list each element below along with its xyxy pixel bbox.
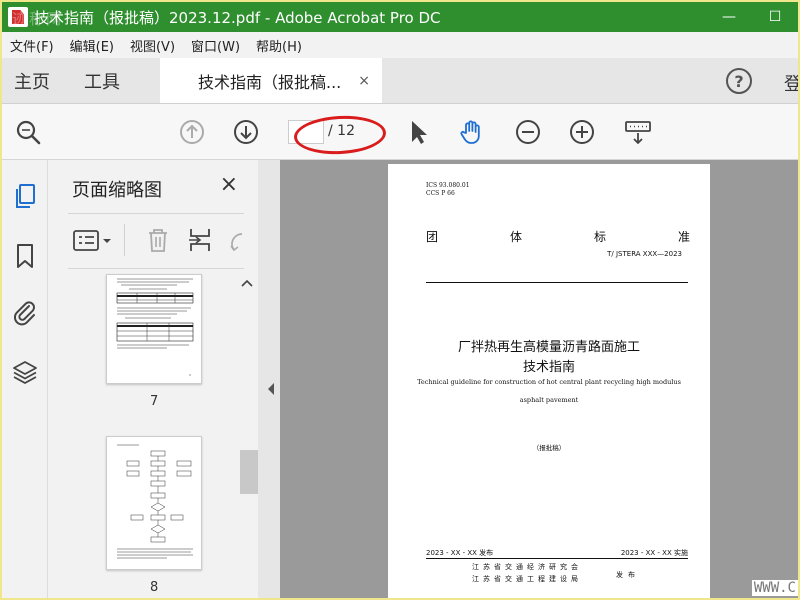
title-bar: 技术指南（报批稿）2023.12.pdf - Adobe Acrobat Pro… bbox=[2, 2, 798, 32]
publisher-org-2: 江苏省交通工程建设局 bbox=[472, 575, 582, 583]
pdf-page: ICS 93.080.01 CCS P 66 团 体 标 准 T/ JSTERA… bbox=[388, 164, 710, 598]
menu-view[interactable]: 视图(V) bbox=[122, 36, 183, 55]
divider bbox=[68, 268, 244, 269]
zoom-in-icon[interactable] bbox=[568, 118, 596, 146]
zoom-out-icon[interactable] bbox=[514, 118, 542, 146]
thumbnail-page-number: 7 bbox=[150, 394, 159, 409]
maximize-button[interactable]: ☐ bbox=[752, 2, 798, 32]
doc-title-line-1: 厂拌热再生高模量沥青路面施工 bbox=[457, 340, 640, 355]
issue-date: 2023 - XX - XX 发布 bbox=[426, 549, 494, 557]
publisher-org-1: 江苏省交通经济研究会 bbox=[472, 563, 582, 571]
standard-type-char: 团 bbox=[426, 230, 439, 244]
ics-code: ICS 93.080.01 bbox=[426, 182, 470, 189]
login-button[interactable]: 登 bbox=[784, 70, 798, 96]
tab-close-button[interactable]: × bbox=[358, 73, 370, 89]
rule-line bbox=[426, 558, 688, 559]
select-pointer-icon[interactable] bbox=[404, 118, 432, 146]
thumbnail-panel-title: 页面缩略图 bbox=[72, 180, 162, 201]
keyboard-icon[interactable] bbox=[624, 118, 652, 146]
delete-page-icon[interactable] bbox=[144, 226, 172, 254]
standard-type-char: 体 bbox=[509, 230, 522, 244]
next-page-icon[interactable] bbox=[232, 118, 260, 146]
rule-line bbox=[426, 282, 688, 283]
thumbnail-panel: 页面缩略图 × 7 8 bbox=[54, 160, 258, 598]
menu-help[interactable]: 帮助(H) bbox=[248, 36, 310, 55]
prev-page-icon[interactable] bbox=[178, 118, 206, 146]
thumbnail-page-8-preview bbox=[117, 444, 193, 559]
collapse-panel-icon[interactable] bbox=[266, 382, 276, 396]
window-title: 技术指南（报批稿）2023.12.pdf - Adobe Acrobat Pro… bbox=[34, 8, 441, 27]
standard-type-char: 准 bbox=[677, 230, 690, 244]
standard-type: 团 体 标 准 bbox=[426, 228, 690, 245]
draft-status: （报批稿） bbox=[532, 444, 566, 452]
window-controls: — ☐ bbox=[706, 2, 798, 32]
thumbnail-options-icon[interactable] bbox=[72, 228, 114, 254]
menu-file[interactable]: 文件(F) bbox=[2, 36, 62, 55]
doc-english-title-line-1: Technical guideline for construction of … bbox=[417, 378, 681, 386]
app-window: 技术指南（报批稿）2023.12.pdf - Adobe Acrobat Pro… bbox=[2, 2, 798, 598]
ccs-code: CCS P 66 bbox=[426, 190, 455, 197]
hand-icon[interactable] bbox=[458, 118, 486, 146]
tab-tools[interactable]: 工具 bbox=[62, 58, 132, 103]
tab-document[interactable]: 技术指南（报批稿... × bbox=[160, 58, 382, 103]
tab-document-label: 技术指南（报批稿... bbox=[198, 72, 342, 92]
scrollbar-thumb[interactable] bbox=[240, 450, 258, 494]
menu-bar: 文件(F) 编辑(E) 视图(V) 窗口(W) 帮助(H) bbox=[2, 32, 798, 58]
tab-home[interactable]: 主页 bbox=[2, 58, 62, 103]
thumbnail-page-7[interactable] bbox=[106, 274, 202, 384]
thumbnail-panel-close-button[interactable]: × bbox=[220, 172, 238, 197]
toolbar: / 12 bbox=[2, 104, 798, 160]
standard-code: T/ JSTERA XXX—2023 bbox=[607, 250, 682, 258]
thumbnail-page-number: 8 bbox=[150, 580, 159, 595]
document-view[interactable]: ICS 93.080.01 CCS P 66 团 体 标 准 T/ JSTERA… bbox=[280, 160, 798, 598]
watermark-top-left: 迹称网 bbox=[12, 10, 64, 28]
zoom-icon[interactable] bbox=[14, 118, 42, 146]
divider bbox=[68, 213, 244, 214]
scroll-up-icon[interactable] bbox=[241, 278, 253, 288]
bookmark-icon[interactable] bbox=[11, 242, 39, 270]
doc-title-line-2: 技术指南 bbox=[522, 360, 575, 375]
help-button[interactable]: ? bbox=[726, 68, 752, 94]
left-icon-rail bbox=[2, 160, 48, 598]
tab-row: 主页 工具 技术指南（报批稿... × ? 登 bbox=[2, 58, 798, 104]
doc-english-title-line-2: asphalt pavement bbox=[519, 396, 579, 404]
thumbnail-tools bbox=[68, 220, 244, 260]
page-thumbnails-icon[interactable] bbox=[11, 182, 39, 210]
standard-type-char: 标 bbox=[593, 230, 606, 244]
minimize-button[interactable]: — bbox=[706, 2, 752, 32]
attachment-icon[interactable] bbox=[11, 298, 39, 326]
publish-label: 发布 bbox=[616, 571, 640, 579]
watermark-bottom-right: WWW.C bbox=[751, 580, 798, 596]
implementation-date: 2023 - XX - XX 实施 bbox=[620, 549, 688, 557]
menu-window[interactable]: 窗口(W) bbox=[183, 36, 248, 55]
layers-icon[interactable] bbox=[11, 358, 39, 386]
thumbnail-page-8[interactable] bbox=[106, 436, 202, 570]
thumbnail-scrollbar[interactable] bbox=[236, 274, 258, 594]
thumbnail-page-7-preview bbox=[116, 278, 194, 376]
panel-splitter[interactable] bbox=[258, 160, 280, 598]
rotate-page-icon[interactable] bbox=[228, 226, 244, 254]
divider bbox=[124, 224, 125, 256]
menu-edit[interactable]: 编辑(E) bbox=[62, 36, 122, 55]
insert-page-icon[interactable] bbox=[186, 226, 214, 254]
